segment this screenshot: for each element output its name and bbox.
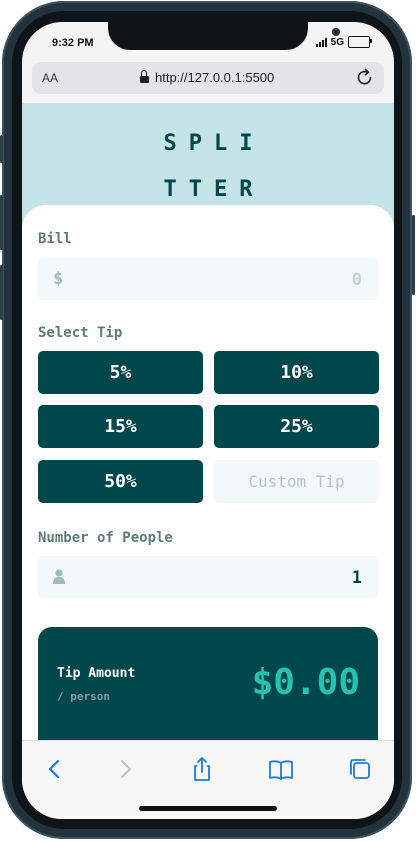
tip-button-50[interactable]: 50% bbox=[38, 460, 203, 503]
status-indicators: 5G bbox=[315, 36, 372, 48]
status-time: 9:32 PM bbox=[52, 37, 94, 49]
lock-icon bbox=[140, 69, 149, 83]
text-size-button[interactable]: AA bbox=[42, 71, 58, 85]
people-label: Number of People bbox=[38, 530, 173, 546]
bill-label: Bill bbox=[38, 231, 72, 247]
tabs-icon[interactable] bbox=[346, 755, 374, 783]
phone-side-button bbox=[0, 135, 3, 163]
url-text: http://127.0.0.1:5500 bbox=[155, 70, 275, 85]
phone-volume-down-button bbox=[0, 265, 3, 320]
tip-button-5[interactable]: 5% bbox=[38, 351, 203, 394]
address-bar[interactable]: AA http://127.0.0.1:5500 bbox=[32, 62, 384, 94]
people-input[interactable]: 1 bbox=[38, 556, 378, 598]
tip-amount-label: Tip Amount bbox=[57, 666, 136, 681]
phone-power-button bbox=[412, 215, 415, 295]
reload-icon[interactable] bbox=[356, 68, 374, 88]
people-value: 1 bbox=[351, 568, 362, 588]
tip-button-10[interactable]: 10% bbox=[214, 351, 379, 394]
notch bbox=[108, 22, 340, 50]
tip-amount-value: $0.00 bbox=[251, 662, 360, 703]
share-icon[interactable] bbox=[188, 755, 216, 783]
custom-tip-input[interactable]: Custom Tip bbox=[214, 460, 379, 503]
person-icon bbox=[53, 569, 65, 584]
screen: SPLI TTER Bill $ 0 Select Tip 5% 10% 15%… bbox=[22, 22, 394, 819]
logo-line-1: SPLI bbox=[163, 131, 265, 156]
select-tip-label: Select Tip bbox=[38, 325, 123, 341]
url-field[interactable]: http://127.0.0.1:5500 bbox=[140, 69, 275, 85]
phone-volume-up-button bbox=[0, 195, 3, 250]
forward-icon[interactable] bbox=[112, 755, 140, 783]
bookmarks-icon[interactable] bbox=[267, 755, 295, 783]
home-indicator bbox=[139, 806, 277, 811]
tip-button-15[interactable]: 15% bbox=[38, 405, 203, 448]
bill-input[interactable]: $ 0 bbox=[38, 258, 378, 300]
camera-icon bbox=[332, 28, 340, 36]
tip-button-25[interactable]: 25% bbox=[214, 405, 379, 448]
dollar-icon: $ bbox=[53, 269, 64, 289]
battery-icon bbox=[348, 36, 372, 48]
per-person-label: / person bbox=[57, 690, 110, 703]
network-label: 5G bbox=[330, 36, 344, 48]
signal-icon bbox=[315, 37, 327, 47]
bill-value: 0 bbox=[351, 270, 362, 290]
app-logo: SPLI TTER bbox=[22, 121, 394, 213]
back-icon[interactable] bbox=[40, 755, 68, 783]
